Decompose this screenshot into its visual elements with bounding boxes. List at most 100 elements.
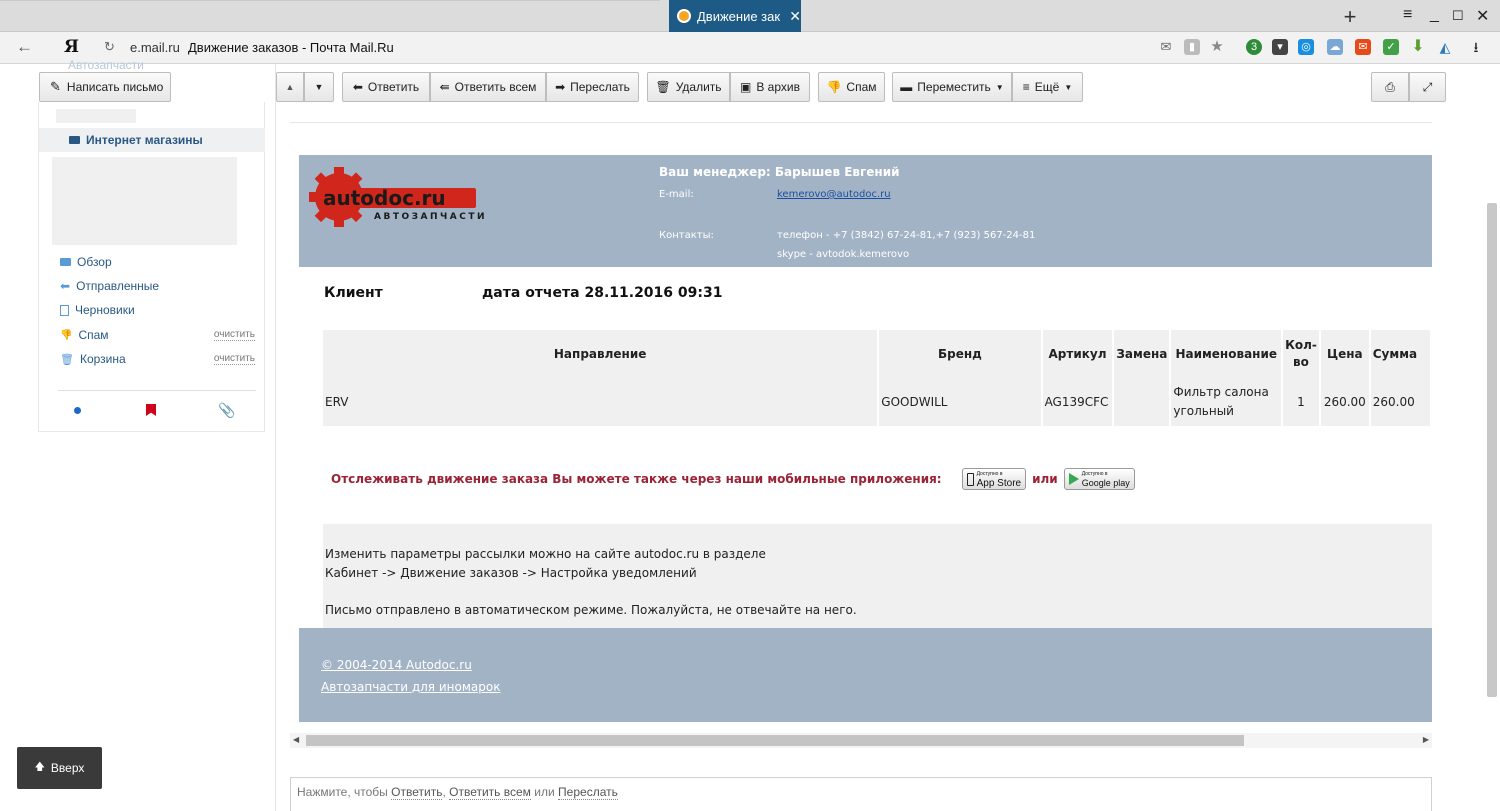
spam-label: Спам (846, 80, 877, 94)
pocket-icon[interactable]: ▾ (1272, 39, 1288, 55)
extension-3-icon[interactable]: 3 (1246, 39, 1262, 55)
extension-blue-icon[interactable]: ◎ (1298, 39, 1314, 55)
compose-button[interactable]: ✎ Написать письмо (39, 72, 171, 102)
arrow-up-icon: 🡅 (34, 761, 45, 773)
minimize-icon[interactable]: _ (1430, 6, 1439, 24)
sidebar-item-spam[interactable]: 👎 Спам очистить (60, 326, 255, 344)
scroll-top-label: Вверх (50, 761, 85, 775)
menu-icon[interactable]: ≡ (1403, 6, 1412, 24)
sidebar-divider (58, 390, 256, 391)
column-header: Кол-во (1283, 330, 1319, 378)
tab-strip (0, 0, 660, 6)
url-domain[interactable]: e.mail.ru (130, 40, 180, 55)
mail-envelope-icon[interactable]: ✉ (1158, 39, 1174, 55)
play-triangle-icon (1068, 473, 1079, 485)
mail-ext-icon[interactable]: ✉ (1355, 39, 1371, 55)
reply-all-button[interactable]: ⇚ Ответить всем (430, 72, 546, 102)
table-header-row: Направление Бренд Артикул Замена Наимено… (323, 330, 1430, 378)
browser-tab-active[interactable]: Движение заказов - Почта Mail.Ru ✕ (669, 0, 801, 32)
reply-button[interactable]: ⬅ Ответить (342, 72, 430, 102)
print-button[interactable]: ⎙ (1371, 72, 1409, 102)
fullscreen-button[interactable]: ⤢ (1409, 72, 1446, 102)
quick-forward-link[interactable]: Переслать (558, 785, 618, 800)
sidebar-item-internet-shops[interactable]: Интернет магазины (39, 128, 265, 152)
sidebar-item-label: Корзина (79, 352, 126, 366)
prev-message-button[interactable]: ▲ (276, 72, 304, 102)
cloud-icon[interactable]: ☁ (1327, 39, 1343, 55)
or-text: или (1032, 472, 1058, 486)
next-message-button[interactable]: ▼ (304, 72, 334, 102)
copyright-link[interactable]: © 2004-2014 Autodoc.ru (321, 658, 472, 672)
table-cell: 260.00 (1320, 378, 1369, 426)
vertical-scroll-thumb[interactable] (1487, 203, 1497, 697)
table-cell: Фильтр салона угольный (1171, 378, 1282, 426)
report-date: дата отчета 28.11.2016 09:31 (482, 285, 723, 301)
close-window-icon[interactable]: ✕ (1476, 6, 1489, 26)
autoparts-link[interactable]: Автозапчасти для иномарок (321, 680, 500, 694)
clean-spam-link[interactable]: очистить (213, 329, 255, 341)
scroll-left-icon[interactable]: ◀ (293, 735, 299, 744)
reply-arrow-icon: ⬅ (60, 279, 71, 293)
scroll-top-button[interactable]: 🡅 Вверх (17, 747, 102, 789)
quick-reply-box[interactable]: Нажмите, чтобы Ответить, Ответить всем и… (290, 777, 1432, 811)
quick-reply-all-link[interactable]: Ответить всем (449, 785, 531, 800)
lock-icon[interactable]: ▮ (1184, 39, 1200, 55)
column-header: Артикул (1042, 330, 1113, 378)
letter-footer (299, 628, 1432, 722)
archive-icon: ▣ (740, 80, 752, 94)
app-store-badge[interactable]: Доступно в App Store (961, 468, 1027, 490)
trash-icon: 🗑 (655, 80, 671, 94)
compose-label: Написать письмо (66, 80, 164, 94)
spam-button[interactable]: 👎 Спам (818, 72, 885, 102)
manager-name: Ваш менеджер: Барышев Евгений (659, 165, 900, 179)
forward-button[interactable]: ➡ Переслать (546, 72, 639, 102)
scroll-right-icon[interactable]: ▶ (1423, 735, 1429, 744)
move-dropdown[interactable]: ▬ Переместить ▼ (892, 72, 1012, 102)
close-tab-icon[interactable]: ✕ (789, 8, 801, 25)
contacts-label: Контакты: (659, 230, 714, 241)
thumb-down-icon: 👎 (826, 80, 842, 94)
sidebar-item-trash[interactable]: 🗑 Корзина очистить (60, 350, 255, 368)
delete-button[interactable]: 🗑 Удалить (647, 72, 730, 102)
clean-trash-link[interactable]: очистить (213, 353, 255, 365)
new-tab-button[interactable]: + (1338, 4, 1362, 30)
drop-icon[interactable]: ◭ (1437, 39, 1453, 55)
reload-icon[interactable]: ↻ (104, 39, 115, 55)
subscription-info: Изменить параметры рассылки можно на сай… (323, 524, 1432, 628)
trash-icon: 🗑 (60, 353, 74, 366)
table-cell (1114, 378, 1170, 426)
manager-email-link[interactable]: kemerovo@autodoc.ru (777, 189, 891, 200)
sidebar-item-faded[interactable]: Автозапчасти (68, 58, 144, 72)
table-row: ERV GOODWILL AG139CFC Фильтр салона угол… (323, 378, 1430, 426)
column-header: Замена (1114, 330, 1170, 378)
sidebar-item-sent[interactable]: ⬅ Отправленные (60, 277, 255, 295)
back-arrow-icon[interactable]: ← (16, 37, 33, 57)
sidebar-item-label: Спам (78, 328, 109, 342)
maximize-icon[interactable]: ☐ (1452, 8, 1464, 24)
archive-button[interactable]: ▣ В архив (730, 72, 810, 102)
sidebar-item-overview[interactable]: Обзор (60, 253, 255, 271)
horizontal-scroll-thumb[interactable] (306, 735, 1244, 746)
sidebar-item-drafts[interactable]: Черновики (60, 301, 255, 319)
table-cell: AG139CFC (1042, 378, 1113, 426)
unread-filter-dot-icon[interactable] (74, 407, 81, 414)
sidebar-item-label: Отправленные (76, 279, 160, 293)
star-icon[interactable]: ★ (1209, 39, 1225, 55)
quick-reply-link[interactable]: Ответить (391, 785, 443, 800)
main-divider (275, 64, 276, 811)
google-play-label: Google play (1081, 478, 1130, 488)
autodoc-logo[interactable]: autodoc.ru АВТОЗАПЧАСТИ (306, 163, 516, 231)
download-arrow-ext-icon[interactable]: ⬇ (1410, 39, 1426, 55)
attachment-filter-icon[interactable]: 📎 (218, 402, 235, 419)
reply-or: или (534, 785, 555, 799)
tracking-line: Отслеживать движение заказа Вы можете та… (331, 468, 1135, 490)
download-icon[interactable]: ⭳ (1468, 39, 1484, 55)
url-page-title[interactable]: Движение заказов - Почта Mail.Ru (188, 40, 394, 55)
client-label: Клиент (324, 285, 383, 301)
google-play-badge[interactable]: Доступно в Google play (1063, 468, 1135, 490)
more-dropdown[interactable]: ≡ Ещё ▼ (1012, 72, 1083, 102)
tracking-text: Отслеживать движение заказа Вы можете та… (331, 472, 942, 486)
orders-table: Направление Бренд Артикул Замена Наимено… (321, 330, 1432, 426)
yandex-logo[interactable]: Я (64, 37, 79, 57)
shield-ext-icon[interactable]: ✓ (1383, 39, 1399, 55)
